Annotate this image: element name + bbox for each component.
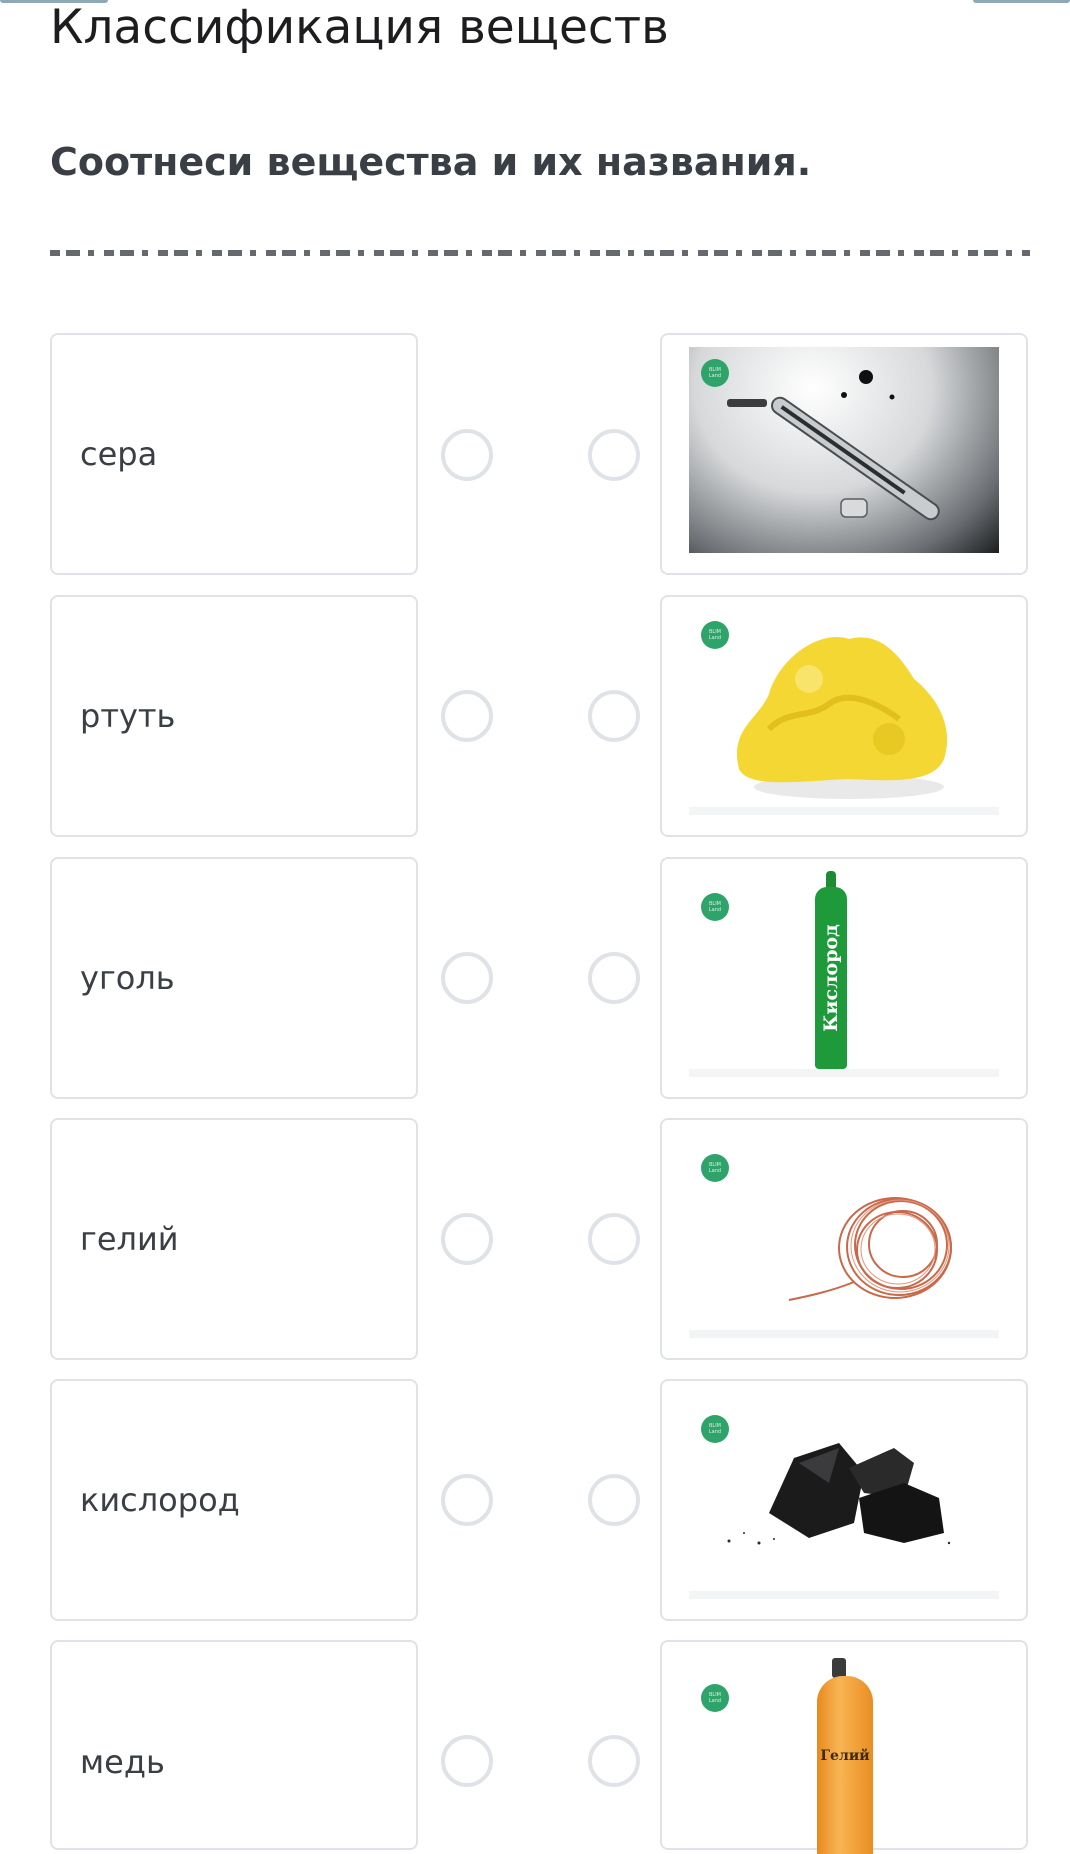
blim-badge-icon: BLIM Land xyxy=(701,1684,729,1712)
coal-lumps-icon xyxy=(727,1443,951,1545)
sulfur-rock-icon xyxy=(736,637,948,799)
left-match-radio[interactable] xyxy=(441,429,493,481)
match-right-item[interactable]: BLIM Land xyxy=(660,1118,1028,1360)
helium-cylinder-image: BLIM Land Гелий xyxy=(689,1654,999,1854)
match-left-item[interactable]: медь xyxy=(50,1640,418,1850)
copper-wire-image: BLIM Land xyxy=(689,1132,999,1338)
image-shelf xyxy=(689,807,999,815)
match-left-item[interactable]: сера xyxy=(50,333,418,575)
match-right-item[interactable]: BLIM Land Гелий xyxy=(660,1640,1028,1854)
match-right-item[interactable]: BLIM Land xyxy=(660,333,1028,575)
top-tab-stub xyxy=(973,0,1070,3)
left-item-label: гелий xyxy=(80,1220,179,1258)
match-left-item[interactable]: кислород xyxy=(50,1379,418,1621)
helium-cylinder-icon: Гелий xyxy=(817,1676,873,1854)
left-item-label: медь xyxy=(80,1743,165,1781)
left-match-radio[interactable] xyxy=(441,1735,493,1787)
left-match-radio[interactable] xyxy=(441,952,493,1004)
image-shelf xyxy=(689,1330,999,1338)
task-prompt: Соотнеси вещества и их названия. xyxy=(50,140,812,184)
image-shelf xyxy=(689,1591,999,1599)
right-match-radio[interactable] xyxy=(588,429,640,481)
oxygen-cylinder-image: BLIM Land Кислород xyxy=(689,871,999,1077)
blim-badge-icon: BLIM Land xyxy=(701,359,729,387)
right-match-radio[interactable] xyxy=(588,952,640,1004)
image-shelf xyxy=(689,1069,999,1077)
match-left-item[interactable]: гелий xyxy=(50,1118,418,1360)
cylinder-valve xyxy=(832,1658,846,1678)
left-match-radio[interactable] xyxy=(441,690,493,742)
right-match-radio[interactable] xyxy=(588,1735,640,1787)
match-right-item[interactable]: BLIM Land xyxy=(660,1379,1028,1621)
copper-coil-icon xyxy=(788,1197,952,1301)
blim-badge-icon: BLIM Land xyxy=(701,1154,729,1182)
blim-badge-icon: BLIM Land xyxy=(701,893,729,921)
cylinder-label: Кислород xyxy=(820,924,842,1032)
match-left-item[interactable]: уголь xyxy=(50,857,418,1099)
oxygen-cylinder-icon: Кислород xyxy=(815,887,847,1069)
thermometer-icon xyxy=(727,370,940,521)
blim-badge-icon: BLIM Land xyxy=(701,1415,729,1443)
left-item-label: кислород xyxy=(80,1481,240,1519)
match-right-item[interactable]: BLIM Land xyxy=(660,595,1028,837)
left-item-label: ртуть xyxy=(80,697,176,735)
right-match-radio[interactable] xyxy=(588,1474,640,1526)
match-right-item[interactable]: BLIM Land Кислород xyxy=(660,857,1028,1099)
left-match-radio[interactable] xyxy=(441,1213,493,1265)
sulfur-image: BLIM Land xyxy=(689,609,999,815)
blim-badge-icon: BLIM Land xyxy=(701,621,729,649)
left-item-label: сера xyxy=(80,435,158,473)
left-item-label: уголь xyxy=(80,959,175,997)
mercury-thermometer-image: BLIM Land xyxy=(689,347,999,553)
left-match-radio[interactable] xyxy=(441,1474,493,1526)
right-match-radio[interactable] xyxy=(588,1213,640,1265)
coal-image: BLIM Land xyxy=(689,1393,999,1599)
right-match-radio[interactable] xyxy=(588,690,640,742)
divider xyxy=(50,250,1030,256)
cylinder-label: Гелий xyxy=(820,1748,870,1764)
page-title: Классификация веществ xyxy=(50,0,669,55)
match-left-item[interactable]: ртуть xyxy=(50,595,418,837)
